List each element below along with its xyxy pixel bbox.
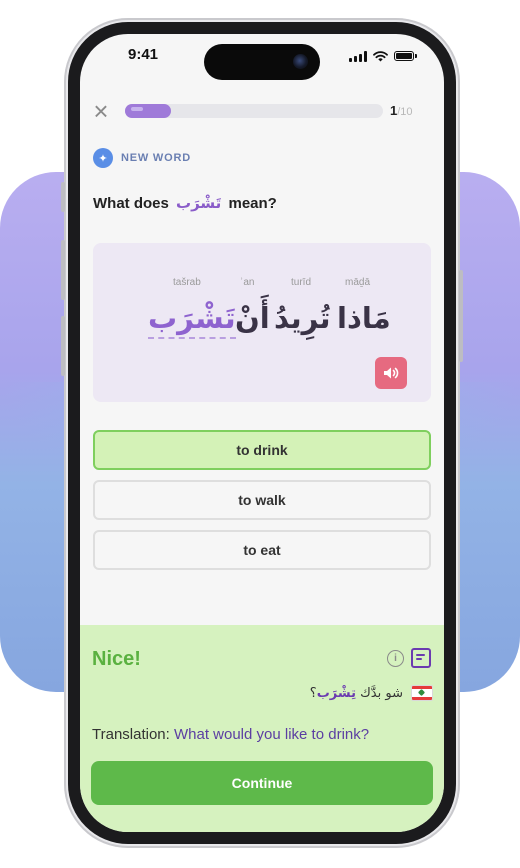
sentence-card: tašrab ʾan turīd māḏā تَشْرَب أَنْ تُرِي… (93, 243, 431, 402)
lesson-progress-bar (125, 104, 383, 118)
answer-option-to-drink[interactable]: to drink (93, 430, 431, 470)
action-button (61, 182, 65, 212)
wifi-icon (373, 50, 388, 61)
sentence-word[interactable]: مَاذا (337, 301, 391, 335)
status-time: 9:41 (128, 46, 159, 63)
section-label: NEW WORD (121, 152, 191, 164)
lebanon-flag-icon (411, 685, 433, 701)
lesson-counter: 1/10 (390, 103, 413, 118)
arabic-sentence: تَشْرَب أَنْ تُرِيدُ مَاذا (93, 301, 431, 351)
sentence-word[interactable]: تُرِيدُ (274, 301, 331, 335)
sentence-word[interactable]: أَنْ (235, 301, 270, 335)
battery-icon (394, 51, 417, 61)
app-screen: 9:41 × 1/10 ✦ NEW WORD What does تَشْرَب… (80, 34, 444, 832)
continue-button[interactable]: Continue (91, 761, 433, 805)
translit-word: māḏā (345, 277, 371, 288)
dialect-example: شو بدَّك تِشْرَب؟ (310, 685, 433, 701)
volume-down-button (61, 316, 65, 376)
speaker-icon (384, 367, 399, 379)
dialect-example-text: شو بدَّك تِشْرَب؟ (309, 685, 403, 701)
translit-word: tašrab (173, 277, 201, 288)
close-icon[interactable]: × (90, 98, 112, 124)
speaker-button[interactable] (375, 357, 407, 389)
feedback-panel: Nice! i شو بدَّك تِشْرَب؟ Translation: W… (80, 625, 444, 832)
feedback-title: Nice! (92, 648, 141, 670)
info-icon[interactable]: i (387, 650, 404, 667)
power-button (459, 270, 463, 362)
translation-line: Translation: What would you like to drin… (92, 726, 370, 743)
answer-option-to-eat[interactable]: to eat (93, 530, 431, 570)
new-word-header: ✦ NEW WORD (93, 148, 191, 168)
status-bar: 9:41 (80, 34, 444, 86)
highlighted-word[interactable]: تَشْرَب (148, 301, 236, 339)
signal-icon (349, 50, 367, 62)
question-word: تَشْرَب (176, 194, 222, 212)
answer-option-to-walk[interactable]: to walk (93, 480, 431, 520)
translit-word: ʾan (240, 277, 255, 288)
camera-icon (293, 54, 308, 69)
notes-icon[interactable] (411, 648, 431, 668)
translit-word: turīd (291, 277, 312, 288)
lesson-progress-fill (125, 104, 172, 118)
question-prompt: What does تَشْرَب mean? (93, 194, 277, 212)
translation-text: What would you like to drink? (173, 726, 370, 743)
volume-up-button (61, 240, 65, 300)
sparkle-icon: ✦ (93, 148, 113, 168)
dynamic-island (204, 44, 320, 80)
transliteration-row: tašrab ʾan turīd māḏā (93, 277, 431, 293)
